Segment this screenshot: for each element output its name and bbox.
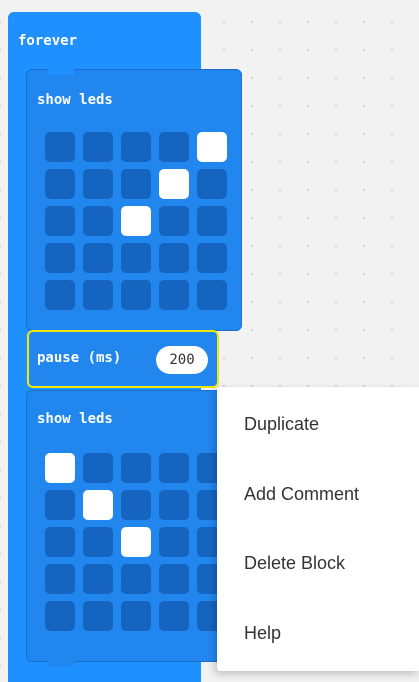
led-cell[interactable] [83,280,113,310]
led-cell[interactable] [45,206,75,236]
led-cell[interactable] [45,169,75,199]
menu-item-delete-block[interactable]: Delete Block [217,543,419,583]
led-cell[interactable] [121,280,151,310]
pause-value-input[interactable]: 200 [156,346,208,374]
led-cell[interactable] [83,564,113,594]
led-cell[interactable] [197,169,227,199]
led-cell[interactable] [159,206,189,236]
led-cell[interactable] [197,206,227,236]
led-cell[interactable] [121,243,151,273]
led-cell[interactable] [197,243,227,273]
forever-label: forever [18,33,78,49]
led-cell[interactable] [197,280,227,310]
led-cell[interactable] [121,564,151,594]
block-notch [48,660,74,666]
led-cell[interactable] [121,527,151,557]
led-cell[interactable] [45,243,75,273]
led-cell[interactable] [159,280,189,310]
led-cell[interactable] [121,206,151,236]
led-cell[interactable] [159,527,189,557]
led-cell[interactable] [121,132,151,162]
led-cell[interactable] [83,206,113,236]
led-cell[interactable] [159,601,189,631]
led-cell[interactable] [83,601,113,631]
led-cell[interactable] [83,490,113,520]
context-menu: Duplicate Add Comment Delete Block Help [217,387,419,671]
led-cell[interactable] [159,490,189,520]
show-leds-label: show leds [37,411,113,427]
led-cell[interactable] [83,243,113,273]
show-leds-label: show leds [37,92,113,108]
menu-item-add-comment[interactable]: Add Comment [217,474,419,514]
led-cell[interactable] [121,601,151,631]
led-cell[interactable] [159,132,189,162]
led-grid-2 [45,453,227,631]
led-cell[interactable] [121,169,151,199]
led-cell[interactable] [159,564,189,594]
show-leds-block-1[interactable]: show leds [26,69,242,331]
led-cell[interactable] [45,601,75,631]
pause-block[interactable]: pause (ms) 200 [27,330,219,388]
led-cell[interactable] [45,527,75,557]
led-cell[interactable] [83,132,113,162]
led-cell[interactable] [45,132,75,162]
pause-label: pause (ms) [37,350,122,366]
led-cell[interactable] [159,169,189,199]
led-cell[interactable] [83,527,113,557]
menu-item-duplicate[interactable]: Duplicate [217,404,419,444]
led-cell[interactable] [45,280,75,310]
led-cell[interactable] [197,132,227,162]
led-cell[interactable] [159,243,189,273]
led-cell[interactable] [45,490,75,520]
block-notch [48,69,74,75]
led-cell[interactable] [45,564,75,594]
led-cell[interactable] [45,453,75,483]
led-cell[interactable] [83,453,113,483]
led-cell[interactable] [83,169,113,199]
show-leds-block-2[interactable]: show leds [26,390,242,662]
led-grid-1 [45,132,227,310]
menu-item-help[interactable]: Help [217,613,419,653]
led-cell[interactable] [159,453,189,483]
led-cell[interactable] [121,490,151,520]
led-cell[interactable] [121,453,151,483]
